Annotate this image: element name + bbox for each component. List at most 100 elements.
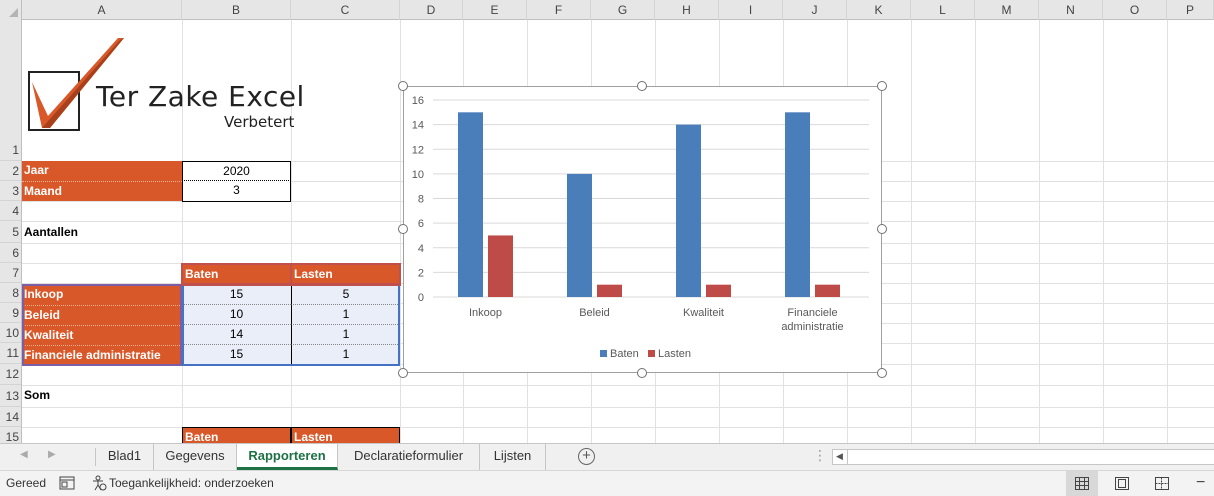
column-header-b[interactable]: B [182, 0, 291, 20]
y-tick-label: 0 [418, 292, 424, 304]
column-header-k[interactable]: K [847, 0, 911, 20]
row-header-7[interactable]: 7 [0, 263, 21, 283]
bar-lasten-3 [815, 284, 840, 297]
row-header-2[interactable]: 2 [0, 161, 21, 181]
bar-chart[interactable]: 0 2 4 6 8 10 12 14 16 Inkoop Beleid Kwaliteit Financ… [403, 86, 882, 373]
bar-baten-0 [458, 112, 483, 297]
column-header-m[interactable]: M [975, 0, 1039, 20]
zoom-out-icon[interactable]: − [1196, 474, 1205, 492]
column-header-o[interactable]: O [1103, 0, 1167, 20]
tab-scroll-left-icon[interactable]: ◀ [20, 449, 28, 460]
x-tick-label: Beleid [579, 307, 610, 319]
tab-scroll-right-icon[interactable]: ▶ [48, 449, 56, 460]
legend-label-lasten: Lasten [658, 348, 691, 360]
row-header-bar: 1 2 3 4 5 6 7 8 9 10 11 12 13 14 15 [0, 20, 22, 443]
column-header-n[interactable]: N [1039, 0, 1103, 20]
category-range-highlight [22, 284, 182, 366]
bar-lasten-0 [488, 235, 513, 297]
chart-resize-handle-left[interactable] [398, 224, 408, 234]
normal-view-icon [1075, 477, 1089, 490]
chart-resize-handle-top[interactable] [637, 81, 647, 91]
chart-resize-handle-top-right[interactable] [877, 81, 887, 91]
macro-record-icon[interactable] [59, 476, 75, 490]
column-header-g[interactable]: G [591, 0, 655, 20]
column-header-h[interactable]: H [655, 0, 719, 20]
logo-title: Ter Zake Excel [96, 80, 305, 113]
cell-a5[interactable]: Aantallen [22, 223, 182, 243]
status-ready: Gereed [6, 476, 47, 490]
row-header-14[interactable]: 14 [0, 407, 21, 427]
cell-a2[interactable]: Jaar [22, 161, 182, 181]
horizontal-scrollbar[interactable]: ◀ [832, 449, 1214, 465]
cell-b2[interactable]: 2020 [182, 161, 291, 181]
scroll-left-arrow-icon[interactable]: ◀ [836, 451, 843, 462]
bar-baten-1 [567, 173, 592, 297]
column-header-c[interactable]: C [291, 0, 400, 20]
cell-b15[interactable]: Baten [182, 427, 291, 443]
status-bar: Gereed Toegankelijkheid: onderzoeken − [0, 470, 1214, 496]
add-sheet-icon[interactable]: + [578, 448, 595, 465]
tab-splitter-icon[interactable]: ⋮ [813, 447, 827, 464]
bar-lasten-1 [597, 284, 622, 297]
row-header-9[interactable]: 9 [0, 303, 21, 323]
cell-c15[interactable]: Lasten [291, 427, 400, 443]
column-header-bar: A B C D E F G H I J K L M N O P [0, 0, 1214, 20]
column-header-i[interactable]: I [719, 0, 783, 20]
cell-b3[interactable]: 3 [182, 181, 291, 202]
row-header-3[interactable]: 3 [0, 181, 21, 201]
column-header-a[interactable]: A [22, 0, 182, 20]
status-accessibility[interactable]: Toegankelijkheid: onderzoeken [109, 476, 274, 490]
sheet-tab-bar: ◀ ▶ Blad1 Gegevens Rapporteren Declarati… [0, 443, 1214, 470]
column-header-e[interactable]: E [463, 0, 527, 20]
y-tick-label: 12 [412, 144, 424, 156]
row-header-13[interactable]: 13 [0, 385, 21, 407]
row-header-6[interactable]: 6 [0, 243, 21, 263]
chart-resize-handle-top-left[interactable] [398, 81, 408, 91]
y-tick-label: 2 [418, 267, 424, 279]
column-header-f[interactable]: F [527, 0, 591, 20]
sheet-tab-blad1[interactable]: Blad1 [96, 444, 154, 470]
y-tick-label: 4 [418, 243, 424, 255]
y-tick-label: 14 [412, 120, 424, 132]
chart-resize-handle-bottom-left[interactable] [398, 368, 408, 378]
page-break-view-icon[interactable] [1155, 477, 1169, 490]
logo-subtitle: Verbetert [224, 113, 295, 131]
chart-resize-handle-bottom-right[interactable] [877, 368, 887, 378]
column-header-l[interactable]: L [911, 0, 975, 20]
row-header-12[interactable]: 12 [0, 364, 21, 385]
scrollbar-thumb[interactable] [847, 450, 1214, 464]
row-header-1[interactable]: 1 [0, 20, 21, 161]
y-tick-label: 16 [412, 95, 424, 107]
legend-label-baten: Baten [610, 348, 639, 360]
sheet-tab-declaratieformulier[interactable]: Declaratieformulier [338, 444, 480, 470]
sheet-tab-gegevens[interactable]: Gegevens [154, 444, 237, 470]
row-header-10[interactable]: 10 [0, 323, 21, 343]
page-layout-view-icon[interactable] [1115, 477, 1129, 490]
column-header-j[interactable]: J [783, 0, 847, 20]
column-header-d[interactable]: D [400, 0, 463, 20]
chart-resize-handle-right[interactable] [877, 224, 887, 234]
bar-lasten-2 [706, 284, 731, 297]
sheet-tab-lijsten[interactable]: Lijsten [480, 444, 546, 470]
row-header-15[interactable]: 15 [0, 427, 21, 443]
y-tick-label: 10 [412, 169, 424, 181]
series-range-highlight [181, 263, 401, 286]
values-range-highlight [182, 284, 400, 366]
sheet-tab-rapporteren[interactable]: Rapporteren [237, 444, 338, 470]
bar-baten-2 [676, 124, 701, 297]
bar-baten-3 [785, 112, 810, 297]
y-tick-label: 6 [418, 218, 424, 230]
view-normal-button[interactable] [1066, 471, 1098, 496]
row-header-11[interactable]: 11 [0, 343, 21, 364]
row-header-5[interactable]: 5 [0, 221, 21, 243]
row-header-8[interactable]: 8 [0, 283, 21, 303]
y-tick-label: 8 [418, 194, 424, 206]
cell-a13[interactable]: Som [22, 386, 182, 406]
accessibility-icon[interactable] [91, 475, 107, 491]
row-header-4[interactable]: 4 [0, 201, 21, 221]
select-all-corner[interactable] [0, 0, 22, 20]
cell-a3[interactable]: Maand [22, 181, 182, 201]
legend-swatch-baten [600, 350, 607, 357]
chart-resize-handle-bottom[interactable] [637, 368, 647, 378]
column-header-p[interactable]: P [1167, 0, 1214, 20]
